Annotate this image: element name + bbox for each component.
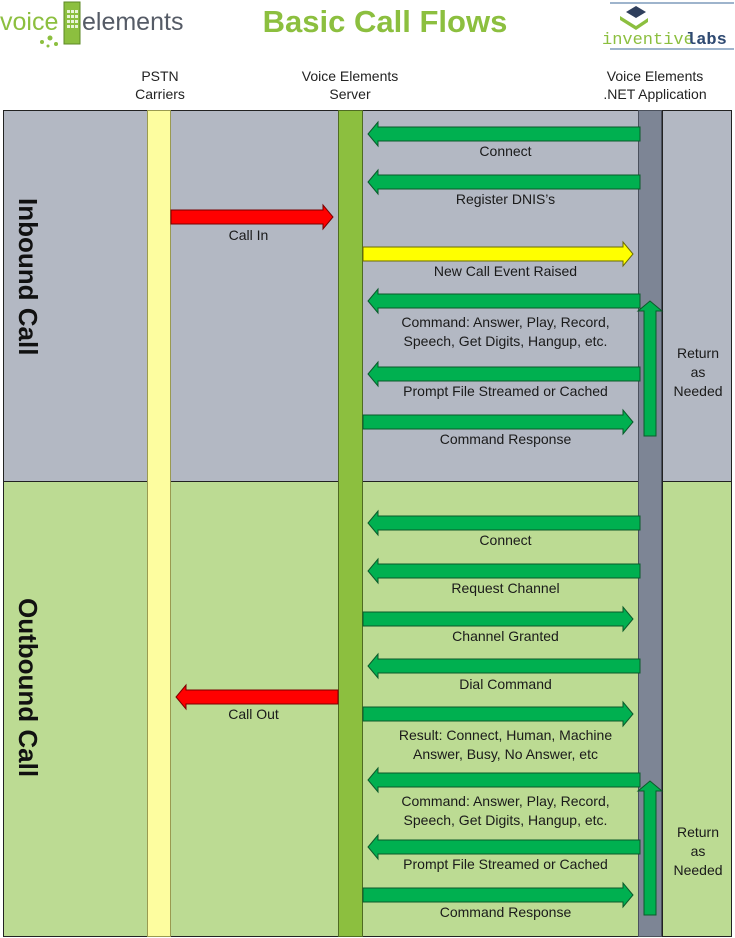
msg-label-request-channel: Request Channel	[451, 580, 560, 596]
msg-label-outbound-response: Command Response	[439, 904, 572, 920]
inbound-return-label: Return as Needed	[673, 345, 723, 399]
msg-label-inbound-response: Command Response	[439, 431, 572, 447]
outbound-arrow-6	[367, 766, 641, 794]
inbound-arrow-4	[367, 287, 641, 315]
msg-label-call-out: Call Out	[228, 706, 279, 722]
msg-label-outbound-command: Command: Answer, Play, Record, Speech, G…	[401, 793, 610, 828]
outbound-arrow-5	[362, 700, 634, 728]
msg-label-inbound-command: Command: Answer, Play, Record, Speech, G…	[401, 314, 610, 349]
msg-label-inbound-prompt: Prompt File Streamed or Cached	[403, 383, 608, 399]
msg-label-channel-granted: Channel Granted	[452, 628, 559, 644]
msg-label-call-in: Call In	[228, 227, 269, 243]
outbound-return-label: Return as Needed	[673, 824, 723, 878]
msg-label-outbound-prompt: Prompt File Streamed or Cached	[403, 856, 608, 872]
msg-label-register-dnis: Register DNIS’s	[455, 191, 556, 207]
msg-label-dial-command: Dial Command	[459, 676, 552, 692]
msg-label-outbound-connect: Connect	[479, 532, 532, 548]
msg-label-new-call-event: New Call Event Raised	[433, 263, 578, 279]
msg-label-dial-result: Result: Connect, Human, Machine Answer, …	[398, 727, 613, 762]
msg-label-inbound-connect: Connect	[479, 143, 532, 159]
